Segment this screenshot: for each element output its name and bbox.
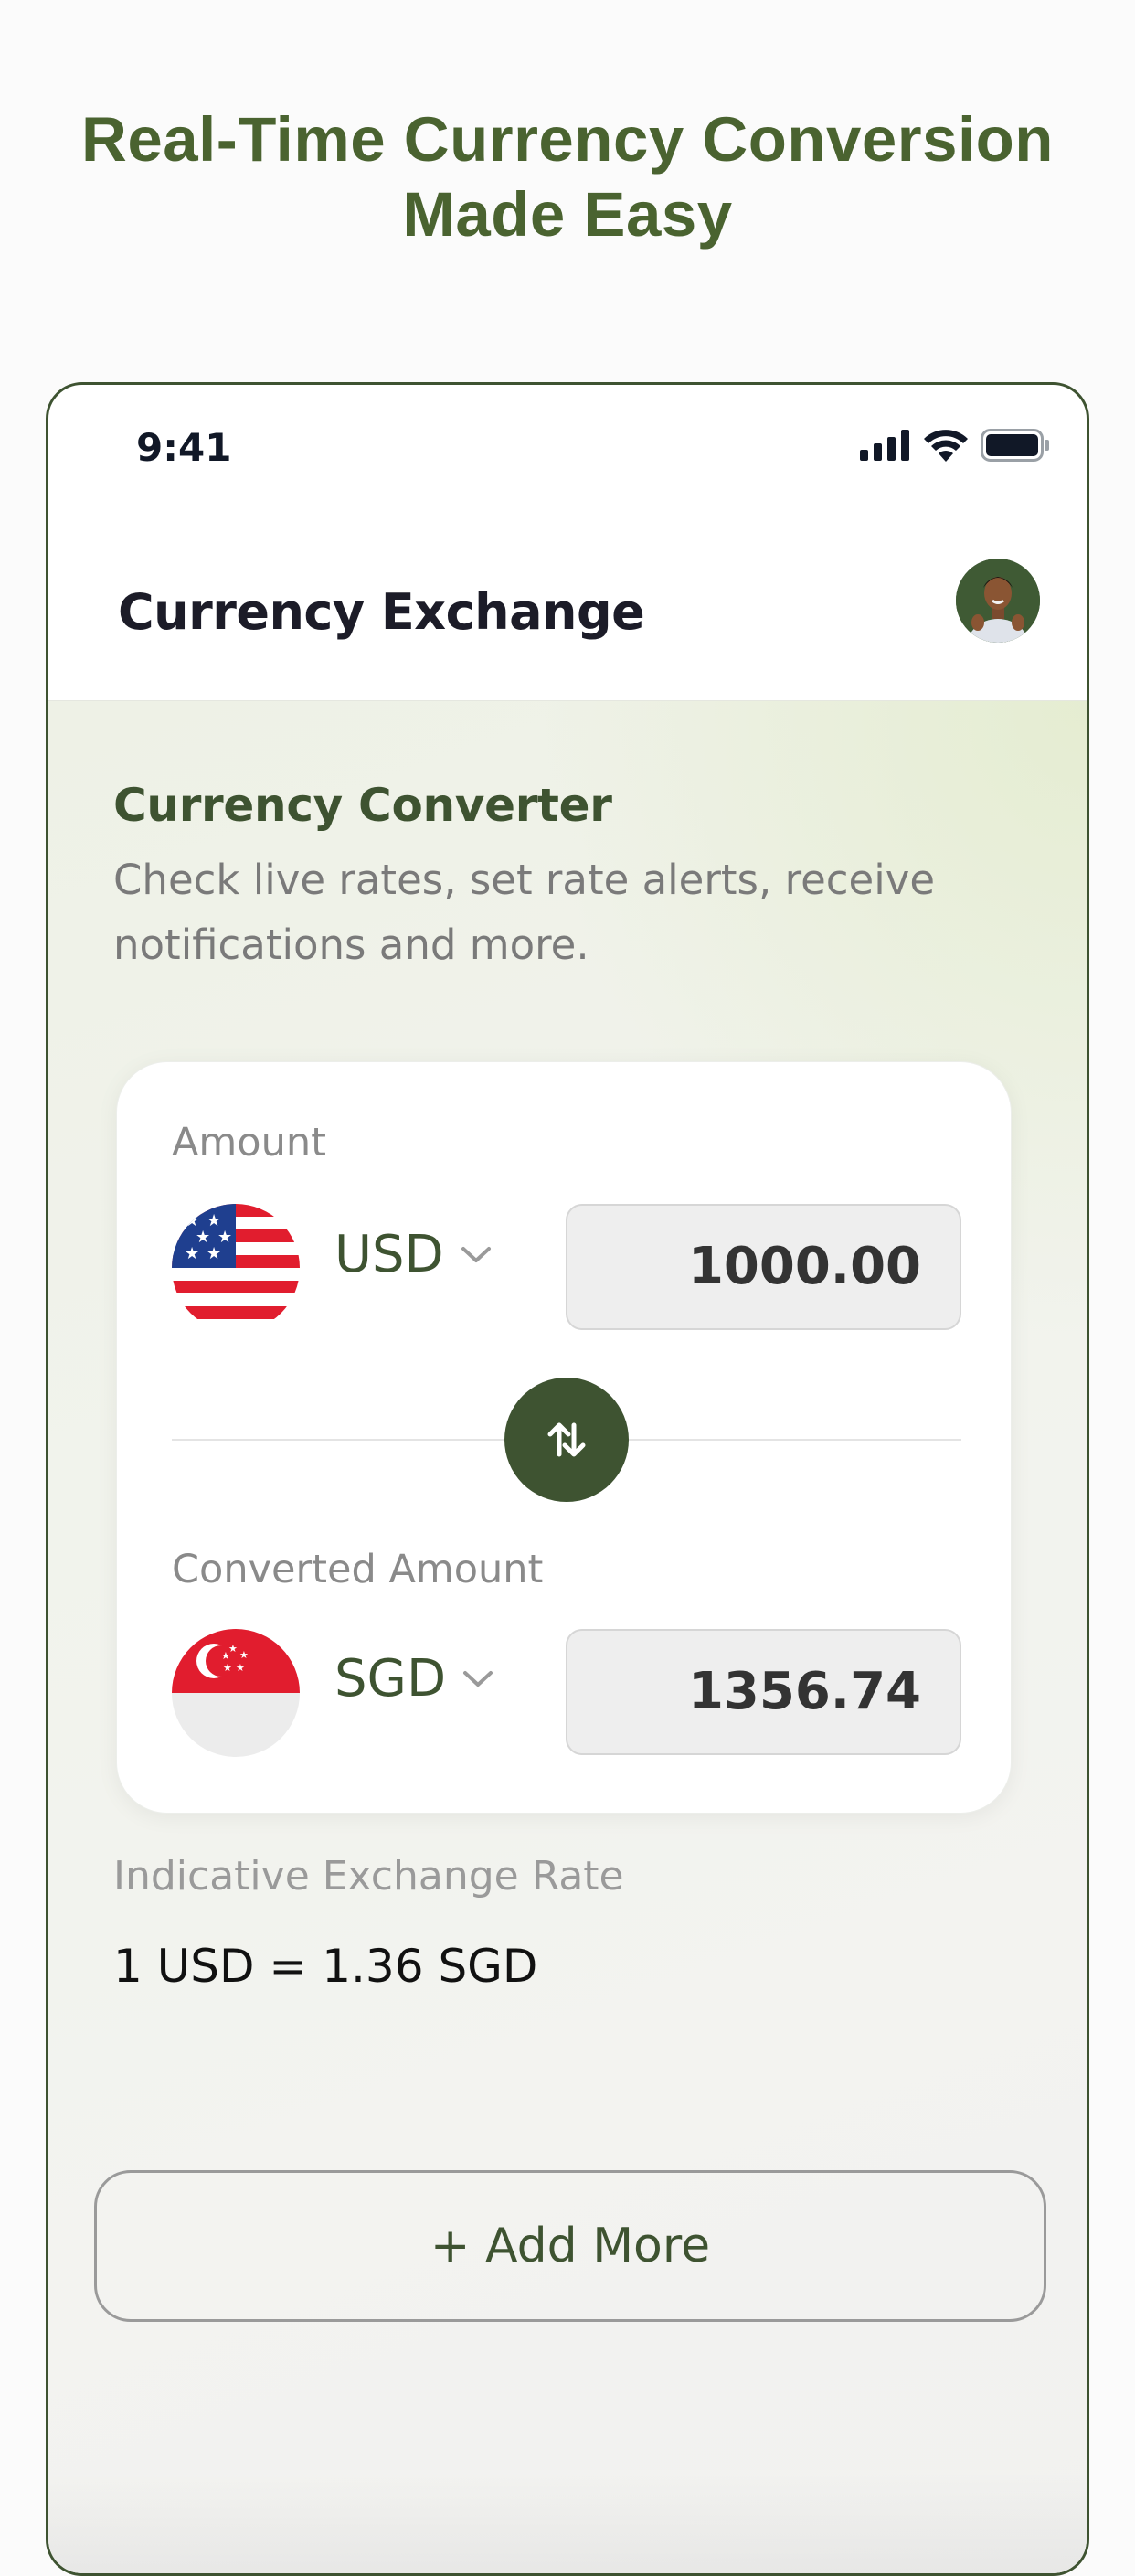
avatar-person-icon	[956, 559, 1040, 643]
exchange-rate-label: Indicative Exchange Rate	[113, 1853, 624, 1900]
cellular-signal-icon	[860, 430, 909, 461]
converter-card: Amount ★ ★ ★ ★ ★ ★ USD 1000.00 Converted…	[116, 1061, 1012, 1814]
bottom-shade	[48, 2474, 1087, 2573]
headline-line-2: Made Easy	[402, 179, 733, 250]
svg-text:★: ★	[223, 1662, 232, 1674]
converted-amount-label: Converted Amount	[172, 1547, 544, 1592]
svg-text:★: ★	[207, 1244, 221, 1263]
sg-flag-icon: ★ ★ ★ ★ ★	[172, 1629, 300, 1757]
phone-frame: 9:41 Currency Exchange Currency Converte…	[46, 382, 1089, 2576]
converter-title: Currency Converter	[113, 779, 612, 832]
wifi-icon	[924, 430, 968, 462]
from-currency-code: USD	[334, 1225, 444, 1284]
chevron-down-icon	[461, 1246, 491, 1262]
to-currency-select[interactable]: SGD	[334, 1649, 493, 1708]
us-flag-icon: ★ ★ ★ ★ ★ ★	[172, 1204, 300, 1332]
status-bar: 9:41	[48, 385, 1087, 495]
content-area: Currency Converter Check live rates, set…	[48, 700, 1087, 2573]
battery-icon	[981, 429, 1049, 462]
svg-text:★: ★	[221, 1650, 230, 1662]
from-amount-input[interactable]: 1000.00	[566, 1204, 961, 1330]
swap-arrows-icon	[547, 1422, 586, 1457]
to-amount-field[interactable]: 1356.74	[566, 1629, 961, 1755]
user-avatar[interactable]	[956, 559, 1040, 643]
chevron-down-icon	[463, 1670, 493, 1687]
svg-text:★: ★	[239, 1649, 249, 1661]
page-headline: Real-Time Currency Conversion Made Easy	[0, 102, 1135, 252]
add-more-button[interactable]: + Add More	[94, 2170, 1046, 2322]
headline-line-1: Real-Time Currency Conversion	[81, 104, 1054, 175]
app-title: Currency Exchange	[118, 583, 645, 641]
amount-label: Amount	[172, 1120, 326, 1166]
app-bar: Currency Exchange	[48, 513, 1087, 700]
status-icons	[860, 425, 1050, 465]
swap-button[interactable]	[504, 1378, 629, 1502]
svg-text:★: ★	[185, 1244, 199, 1263]
converter-description: Check live rates, set rate alerts, recei…	[113, 856, 936, 969]
to-currency-code: SGD	[334, 1649, 447, 1708]
svg-text:★: ★	[236, 1662, 245, 1674]
from-currency-select[interactable]: USD	[334, 1225, 492, 1284]
status-time: 9:41	[136, 425, 232, 470]
exchange-rate-value: 1 USD = 1.36 SGD	[113, 1940, 538, 1993]
